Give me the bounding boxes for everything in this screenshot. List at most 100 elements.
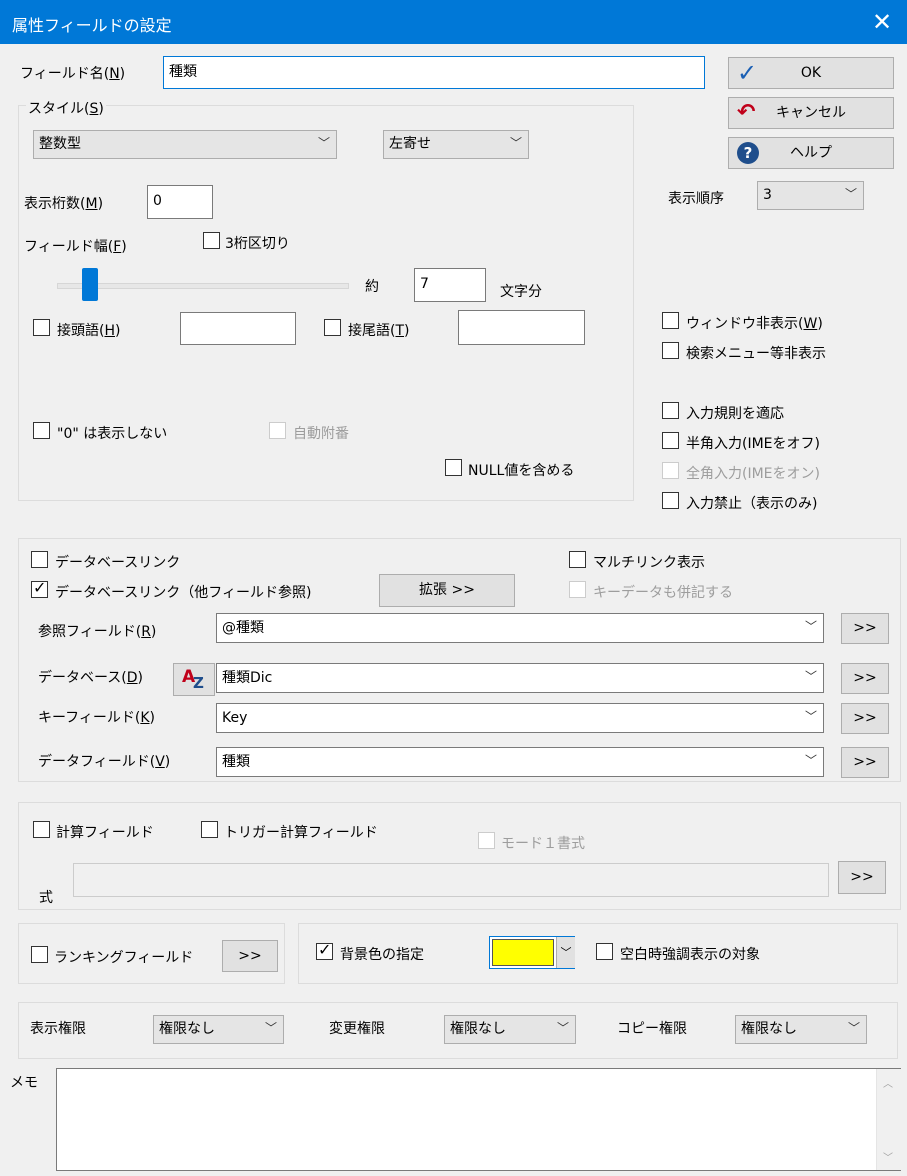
expand-button[interactable]: 拡張 >> (379, 574, 515, 607)
chevron-down-icon[interactable]: ﹀ (556, 937, 575, 968)
ranking-checkbox[interactable] (31, 946, 48, 963)
chevron-down-icon: ﹀ (804, 709, 817, 724)
display-order-select[interactable]: 3 ﹀ (757, 181, 864, 210)
hide-search-checkbox[interactable] (662, 342, 679, 359)
chars-input[interactable]: 7 (414, 268, 486, 302)
keydata-checkbox (569, 581, 586, 598)
view-perm-label: 表示権限 (30, 1021, 86, 1037)
cancel-button[interactable]: ↶ キャンセル (728, 97, 894, 129)
help-button[interactable]: ? ヘルプ (728, 137, 894, 169)
no-input-checkbox[interactable] (662, 492, 679, 509)
bg-color-label: 背景色の指定 (340, 947, 424, 963)
field-width-slider-thumb[interactable] (82, 268, 98, 301)
chevron-down-icon: ﹀ (509, 135, 522, 150)
hide-window-checkbox[interactable] (662, 312, 679, 329)
field-width-label: フィールド幅(F) (24, 239, 127, 255)
data-field-select[interactable]: 種類 ﹀ (216, 747, 824, 777)
hide-zero-checkbox[interactable] (33, 422, 50, 439)
calc-field-checkbox[interactable] (33, 821, 50, 838)
prefix-checkbox[interactable] (33, 319, 50, 336)
digits-input[interactable]: 0 (147, 185, 213, 219)
close-button[interactable]: ✕ (860, 2, 904, 42)
trigger-calc-label: トリガー計算フィールド (224, 825, 378, 841)
checkmark-icon: ✓ (33, 578, 47, 597)
input-rule-label: 入力規則を適応 (686, 406, 784, 422)
no-input-label: 入力禁止（表示のみ) (686, 496, 818, 512)
blank-highlight-checkbox[interactable] (596, 943, 613, 960)
prefix-label: 接頭語(H) (57, 323, 121, 339)
digits-label: 表示桁数(M) (24, 196, 104, 212)
spellcheck-icon-b: Z (193, 674, 204, 692)
suffix-label: 接尾語(T) (348, 323, 410, 339)
copy-perm-select[interactable]: 権限なし ﹀ (735, 1015, 867, 1044)
database-select[interactable]: 種類Dic ﹀ (216, 663, 824, 693)
key-field-label: キーフィールド(K) (38, 710, 155, 726)
data-field-more-button[interactable]: >> (841, 747, 889, 778)
fullwidth-label: 全角入力(IMEをオン) (686, 466, 820, 482)
style-type-select[interactable]: 整数型 ﹀ (33, 130, 337, 159)
db-link-label: データベースリンク (55, 555, 181, 571)
field-name-label: フィールド名(N) (20, 66, 126, 82)
scroll-down-icon[interactable]: ﹀ (883, 1149, 893, 1164)
field-width-slider-track[interactable] (57, 283, 349, 289)
edit-perm-select[interactable]: 権限なし ﹀ (444, 1015, 576, 1044)
bg-color-checkbox[interactable]: ✓ (316, 941, 333, 960)
suffix-input[interactable] (458, 310, 585, 345)
trigger-calc-checkbox[interactable] (201, 821, 218, 838)
memo-scrollbar[interactable]: ︿ ﹀ (876, 1069, 901, 1170)
sep3-label: 3桁区切り (225, 236, 290, 252)
color-swatch (492, 939, 554, 966)
bg-color-picker[interactable]: ﹀ (489, 936, 575, 969)
calc-field-label: 計算フィールド (56, 825, 154, 841)
chevron-down-icon: ﹀ (556, 1020, 569, 1035)
expr-input (73, 863, 829, 897)
expr-label: 式 (39, 890, 53, 906)
ref-field-select[interactable]: @種類 ﹀ (216, 613, 824, 643)
align-select[interactable]: 左寄せ ﹀ (383, 130, 529, 159)
halfwidth-checkbox[interactable] (662, 432, 679, 449)
data-field-label: データフィールド(V) (38, 754, 171, 770)
blank-highlight-label: 空白時強調表示の対象 (620, 947, 760, 963)
chevron-down-icon: ﹀ (847, 1020, 860, 1035)
field-name-input[interactable]: 種類 (163, 56, 705, 89)
chevron-down-icon: ﹀ (844, 186, 857, 201)
memo-textarea[interactable] (56, 1068, 901, 1171)
hide-window-label: ウィンドウ非表示(W) (686, 316, 823, 332)
db-link-other-checkbox[interactable]: ✓ (31, 578, 48, 598)
ref-field-more-button[interactable]: >> (841, 613, 889, 644)
help-icon: ? (737, 142, 759, 164)
memo-label: メモ (10, 1075, 38, 1091)
include-null-checkbox[interactable] (445, 459, 462, 476)
scroll-up-icon[interactable]: ︿ (883, 1075, 893, 1090)
mode1-checkbox (478, 832, 495, 849)
expr-more-button[interactable]: >> (838, 861, 886, 894)
ranking-more-button[interactable]: >> (222, 940, 278, 972)
ref-field-label: 参照フィールド(R) (38, 624, 157, 640)
chevron-down-icon: ﹀ (804, 753, 817, 768)
autonum-checkbox (269, 422, 286, 439)
key-field-more-button[interactable]: >> (841, 703, 889, 734)
copy-perm-label: コピー権限 (617, 1021, 687, 1037)
suffix-checkbox[interactable] (324, 319, 341, 336)
ok-button[interactable]: ✓ OK (728, 57, 894, 89)
chars-unit-label: 文字分 (500, 284, 542, 300)
db-link-checkbox[interactable] (31, 551, 48, 568)
window-title: 属性フィールドの設定 (12, 16, 172, 35)
display-order-label: 表示順序 (668, 191, 724, 207)
edit-perm-label: 変更権限 (329, 1021, 385, 1037)
sep3-checkbox[interactable] (203, 232, 220, 249)
ranking-label: ランキングフィールド (54, 950, 194, 966)
include-null-label: NULL値を含める (468, 463, 575, 479)
chevron-down-icon: ﹀ (804, 669, 817, 684)
style-group-label: スタイル(S) (26, 98, 106, 118)
multi-link-label: マルチリンク表示 (593, 555, 705, 571)
prefix-input[interactable] (180, 312, 296, 345)
view-perm-select[interactable]: 権限なし ﹀ (153, 1015, 284, 1044)
key-field-select[interactable]: Key ﹀ (216, 703, 824, 733)
chevron-down-icon: ﹀ (804, 619, 817, 634)
undo-arrow-icon: ↶ (737, 100, 756, 125)
multi-link-checkbox[interactable] (569, 551, 586, 568)
input-rule-checkbox[interactable] (662, 402, 679, 419)
database-more-button[interactable]: >> (841, 663, 889, 694)
database-browse-button[interactable]: A Z (173, 663, 215, 696)
